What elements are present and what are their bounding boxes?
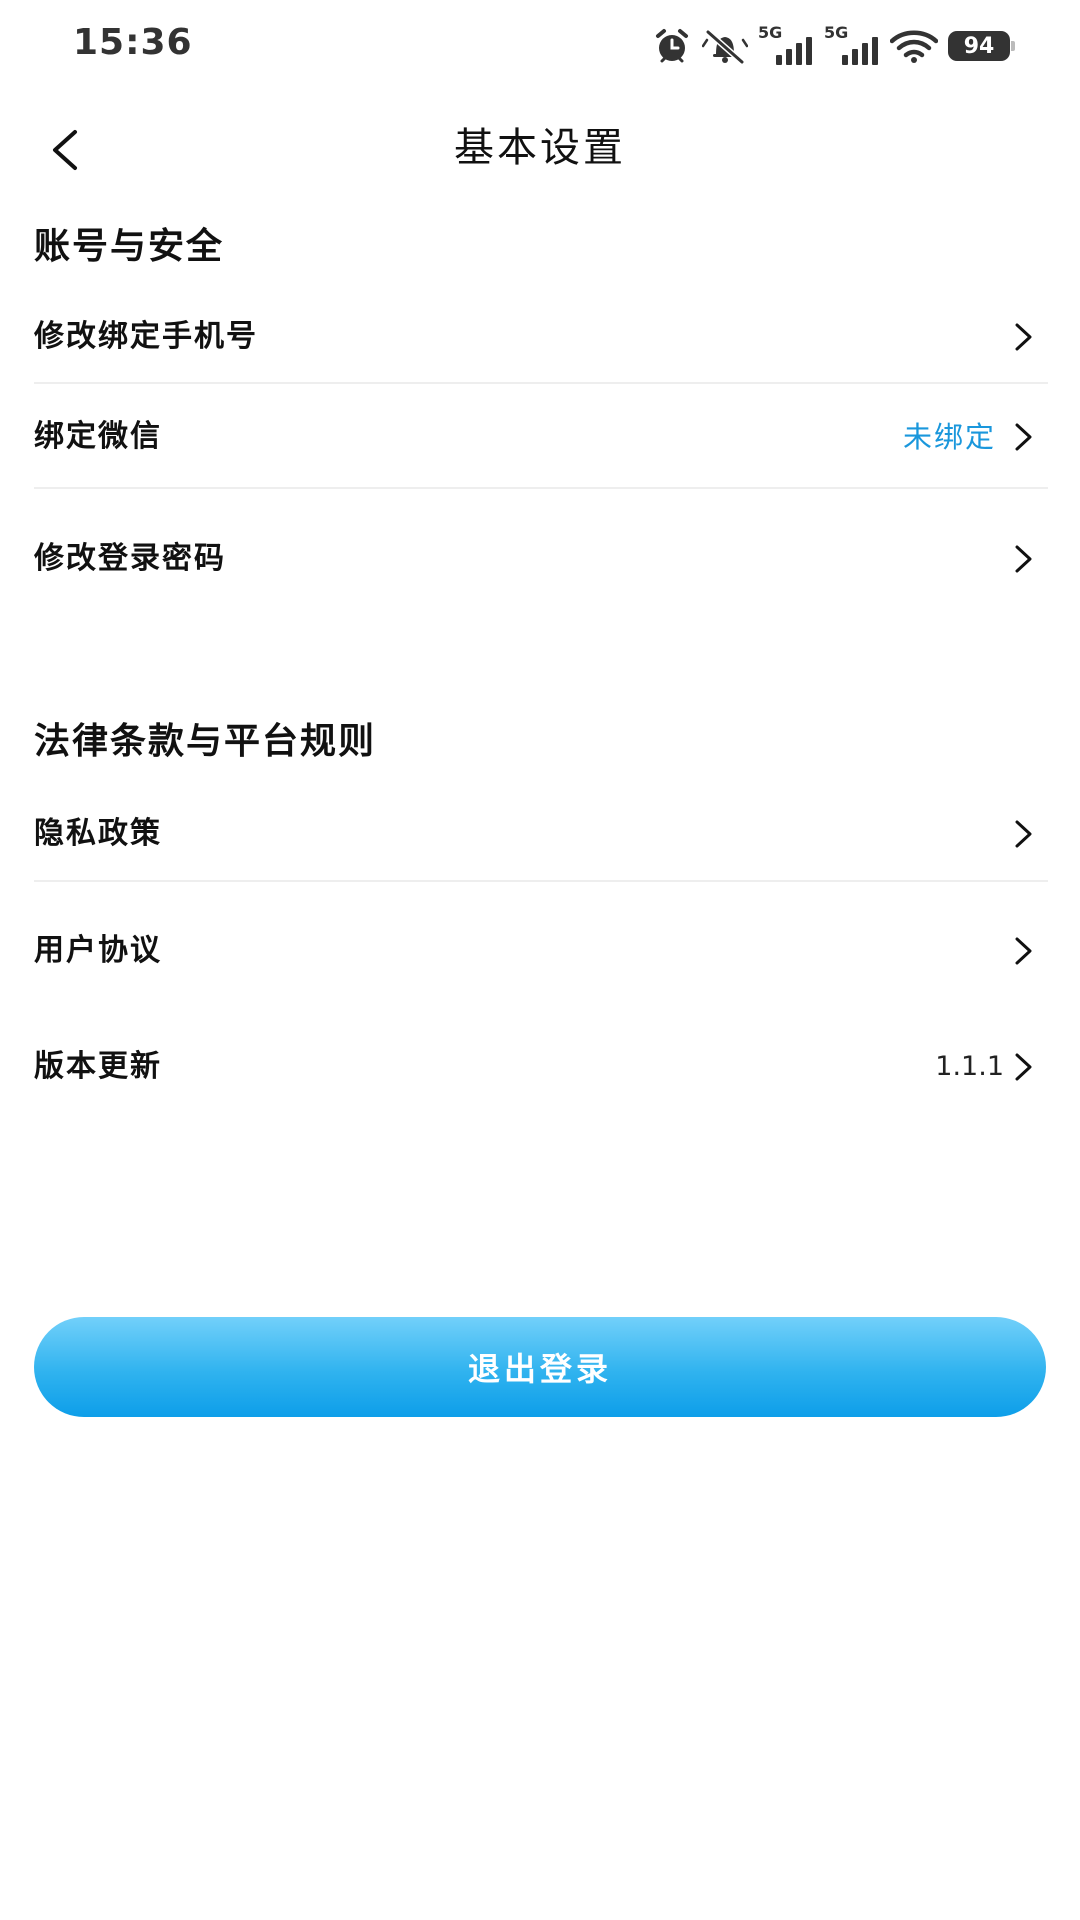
signal-icon <box>776 37 812 65</box>
row-change-phone[interactable]: 修改绑定手机号 <box>34 307 1048 367</box>
row-bind-wechat[interactable]: 绑定微信 未绑定 <box>34 407 1048 467</box>
version-number: 1.1.1 <box>935 1051 1004 1082</box>
settings-page: 15:36 5G 5G 94 基本设置 账号与安全 修改绑定手机号 绑定微信 未… <box>0 0 1080 1920</box>
chevron-right-icon <box>1015 820 1032 848</box>
alarm-icon <box>656 29 688 63</box>
divider <box>34 382 1048 384</box>
status-bar: 15:36 5G 5G 94 <box>0 0 1080 96</box>
signal-icon <box>842 37 878 65</box>
signal-1: 5G <box>758 23 814 65</box>
wechat-status: 未绑定 <box>902 420 996 454</box>
logout-button[interactable]: 退出登录 <box>34 1317 1046 1417</box>
page-title: 基本设置 <box>454 125 626 171</box>
row-version-update[interactable]: 版本更新 1.1.1 <box>34 1037 1048 1097</box>
row-label: 绑定微信 <box>34 419 162 454</box>
section-title-legal: 法律条款与平台规则 <box>34 721 377 762</box>
chevron-right-icon <box>1015 323 1032 351</box>
row-change-password[interactable]: 修改登录密码 <box>34 529 1048 589</box>
chevron-right-icon <box>1015 423 1032 451</box>
row-label: 版本更新 <box>34 1049 162 1084</box>
divider <box>34 880 1048 882</box>
status-icons: 5G 5G 94 <box>652 23 1015 66</box>
row-privacy-policy[interactable]: 隐私政策 <box>34 804 1048 864</box>
chevron-right-icon <box>1015 937 1032 965</box>
signal-2: 5G <box>824 23 880 65</box>
battery-icon: 94 <box>948 31 1015 61</box>
row-label: 修改绑定手机号 <box>34 319 258 354</box>
status-time: 15:36 <box>73 22 193 63</box>
section-title-account: 账号与安全 <box>34 226 225 267</box>
row-label: 修改登录密码 <box>34 541 226 576</box>
chevron-right-icon <box>1015 545 1032 573</box>
divider <box>34 487 1048 489</box>
battery-level: 94 <box>963 33 995 59</box>
wifi-icon <box>890 30 938 63</box>
muted-bell-icon <box>702 29 748 64</box>
row-label: 用户协议 <box>34 933 162 968</box>
row-label: 隐私政策 <box>34 816 162 851</box>
row-user-agreement[interactable]: 用户协议 <box>34 921 1048 981</box>
chevron-right-icon <box>1015 1053 1032 1081</box>
